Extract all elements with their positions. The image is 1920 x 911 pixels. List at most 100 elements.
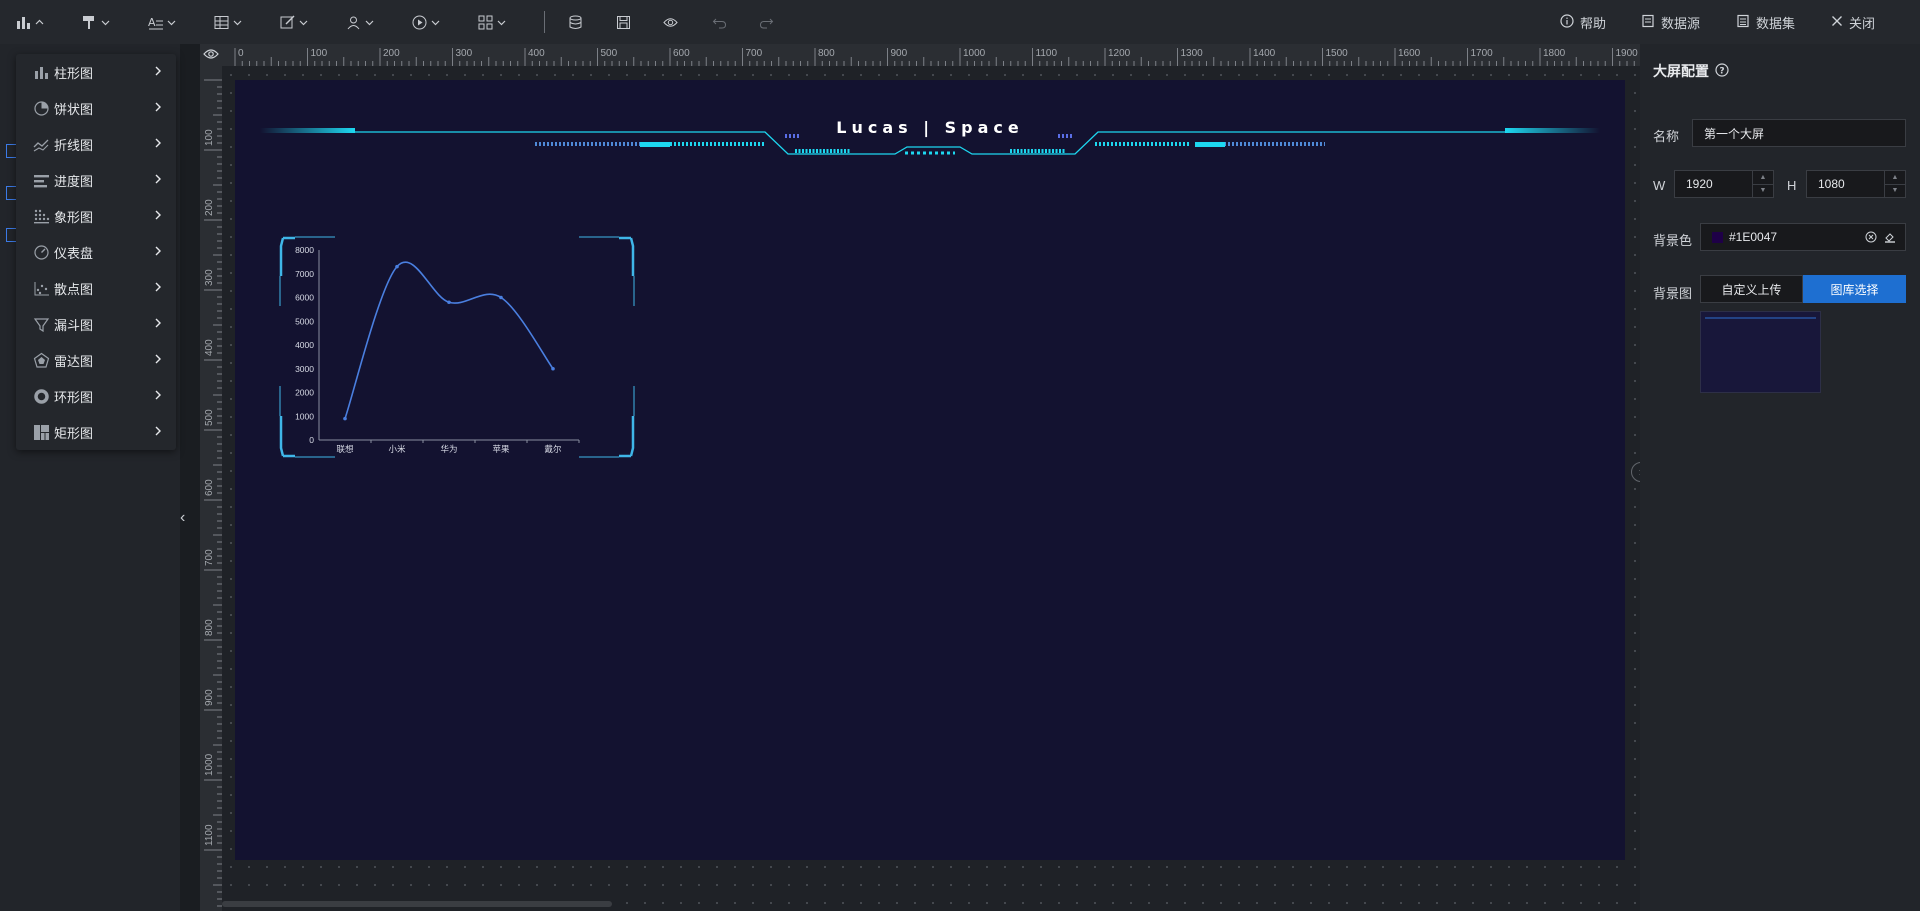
database-button[interactable] bbox=[568, 12, 583, 32]
menu-item-line-chart[interactable]: 折线图 bbox=[16, 126, 176, 162]
ruler-label: 1700 bbox=[1471, 48, 1494, 59]
scatter-chart-icon bbox=[32, 279, 50, 297]
menu-item-pictorial-chart[interactable]: 象形图 bbox=[16, 198, 176, 234]
gauge-icon bbox=[32, 243, 50, 261]
data-point[interactable] bbox=[499, 295, 503, 300]
screen-canvas[interactable]: Lucas | Space 0 1000 2000 3000 4000 5000 6000 7… bbox=[235, 80, 1625, 860]
ruler-label: 800 bbox=[204, 619, 215, 636]
ruler-label: 1000 bbox=[963, 48, 986, 59]
stepper-up-icon[interactable]: ▲ bbox=[1753, 171, 1773, 185]
ring-chart-icon bbox=[32, 387, 50, 405]
custom-upload-button[interactable]: 自定义上传 bbox=[1700, 275, 1803, 303]
menu-item-bar-chart[interactable]: 柱形图 bbox=[16, 54, 176, 90]
library-select-button[interactable]: 图库选择 bbox=[1803, 275, 1906, 303]
menu-item-radar-chart[interactable]: 雷达图 bbox=[16, 342, 176, 378]
help-button[interactable]: 帮助 bbox=[1560, 12, 1606, 32]
toolbar-edit-button[interactable] bbox=[280, 12, 308, 32]
menu-item-label: 环形图 bbox=[54, 389, 94, 405]
question-icon[interactable]: ? bbox=[1715, 62, 1729, 80]
close-button[interactable]: 关闭 bbox=[1831, 12, 1875, 32]
y-tick-label: 3000 bbox=[295, 364, 314, 374]
y-tick-label: 0 bbox=[309, 435, 314, 445]
ruler-label: 700 bbox=[746, 48, 763, 59]
toolbar-table-button[interactable] bbox=[214, 12, 242, 32]
chevron-right-icon bbox=[154, 425, 162, 439]
line-chart-widget[interactable]: 0 1000 2000 3000 4000 5000 6000 7000 8000 联想 小米 华为 苹… bbox=[279, 236, 635, 458]
menu-item-label: 矩形图 bbox=[54, 425, 94, 441]
width-input[interactable]: 1920 ▲ ▼ bbox=[1674, 170, 1774, 198]
menu-item-funnel-chart[interactable]: 漏斗图 bbox=[16, 306, 176, 342]
save-button[interactable] bbox=[616, 12, 631, 32]
toolbar-user-button[interactable] bbox=[346, 12, 374, 32]
height-stepper[interactable]: ▲ ▼ bbox=[1884, 171, 1905, 197]
stepper-down-icon[interactable]: ▼ bbox=[1885, 185, 1905, 198]
y-tick-label: 4000 bbox=[295, 340, 314, 350]
menu-item-gauge[interactable]: 仪表盘 bbox=[16, 234, 176, 270]
toolbar-text-button[interactable]: A bbox=[148, 12, 176, 32]
stepper-up-icon[interactable]: ▲ bbox=[1885, 171, 1905, 185]
name-value: 第一个大屏 bbox=[1704, 126, 1765, 141]
vertical-ruler: 100 200 300 400 500 600 700 800 900 1000 1100 bbox=[200, 66, 222, 911]
treemap-icon bbox=[32, 423, 50, 441]
height-label: H bbox=[1787, 178, 1797, 193]
ruler-corner[interactable] bbox=[200, 44, 222, 66]
chevron-right-icon bbox=[154, 245, 162, 259]
horizontal-ruler: 0 100 200 300 400 500 600 700 800 900 1000 1100 1200… bbox=[222, 44, 1640, 66]
screen-title[interactable]: Lucas | Space bbox=[235, 118, 1625, 137]
data-point[interactable] bbox=[343, 416, 347, 421]
save-icon bbox=[616, 15, 631, 30]
user-icon bbox=[346, 15, 361, 30]
config-panel: 大屏配置 ? 名称 第一个大屏 W 1920 ▲ ▼ H 1080 ▲ ▼ 背景色 … bbox=[1640, 44, 1920, 911]
chevron-down-icon bbox=[497, 18, 506, 27]
series-line bbox=[344, 261, 554, 419]
menu-item-scatter-chart[interactable]: 散点图 bbox=[16, 270, 176, 306]
redo-button[interactable] bbox=[759, 12, 774, 32]
ruler-label: 1100 bbox=[204, 824, 215, 846]
stepper-down-icon[interactable]: ▼ bbox=[1753, 185, 1773, 198]
menu-item-treemap[interactable]: 矩形图 bbox=[16, 414, 176, 450]
ruler-label: 700 bbox=[204, 549, 215, 566]
menu-item-label: 散点图 bbox=[54, 281, 94, 297]
menu-item-ring-chart[interactable]: 环形图 bbox=[16, 378, 176, 414]
redo-icon bbox=[759, 15, 774, 30]
ruler-label: 1300 bbox=[1181, 48, 1204, 59]
color-swatch[interactable] bbox=[1712, 231, 1723, 243]
horizontal-scrollbar[interactable] bbox=[222, 901, 612, 907]
name-input[interactable]: 第一个大屏 bbox=[1692, 119, 1906, 147]
toolbar-bar-chart-button[interactable] bbox=[16, 12, 44, 32]
datasource-label: 数据源 bbox=[1661, 15, 1701, 31]
pictorial-chart-icon bbox=[32, 207, 50, 225]
data-point[interactable] bbox=[395, 264, 399, 269]
collapse-left-button[interactable]: ‹ bbox=[180, 509, 196, 533]
toolbar-grid-button[interactable] bbox=[478, 12, 506, 32]
ruler-label: 400 bbox=[528, 48, 545, 59]
preview-button[interactable] bbox=[663, 12, 678, 32]
ruler-label: 300 bbox=[456, 48, 473, 59]
bgimage-label: 背景图 bbox=[1653, 286, 1693, 301]
chevron-right-icon bbox=[154, 389, 162, 403]
ruler-label: 600 bbox=[204, 479, 215, 496]
ruler-label: 1000 bbox=[204, 753, 215, 776]
ruler-label: 1400 bbox=[1253, 48, 1276, 59]
width-stepper[interactable]: ▲ ▼ bbox=[1752, 171, 1773, 197]
menu-item-pie-chart[interactable]: 饼状图 bbox=[16, 90, 176, 126]
chevron-left-icon: ‹ bbox=[180, 509, 186, 526]
datasource-button[interactable]: 数据源 bbox=[1641, 12, 1700, 32]
bgcolor-value: #1E0047 bbox=[1729, 230, 1778, 244]
data-point[interactable] bbox=[551, 366, 555, 371]
clear-icon[interactable] bbox=[1865, 231, 1877, 246]
color-picker-icon[interactable] bbox=[1884, 231, 1896, 246]
dataset-button[interactable]: 数据集 bbox=[1736, 12, 1795, 32]
undo-button[interactable] bbox=[712, 12, 727, 32]
toolbar-play-button[interactable] bbox=[412, 12, 440, 32]
background-thumbnail[interactable] bbox=[1700, 311, 1821, 393]
thumbnail-header-decoration bbox=[1705, 317, 1816, 319]
pie-chart-icon bbox=[32, 99, 50, 117]
bgcolor-input[interactable]: #1E0047 bbox=[1700, 223, 1906, 251]
data-point[interactable] bbox=[447, 300, 451, 305]
height-input[interactable]: 1080 ▲ ▼ bbox=[1806, 170, 1906, 198]
toolbar-paint-roller-button[interactable] bbox=[82, 12, 110, 32]
menu-item-progress-chart[interactable]: 进度图 bbox=[16, 162, 176, 198]
svg-text:A: A bbox=[148, 16, 156, 29]
datasource-icon bbox=[1641, 14, 1655, 31]
